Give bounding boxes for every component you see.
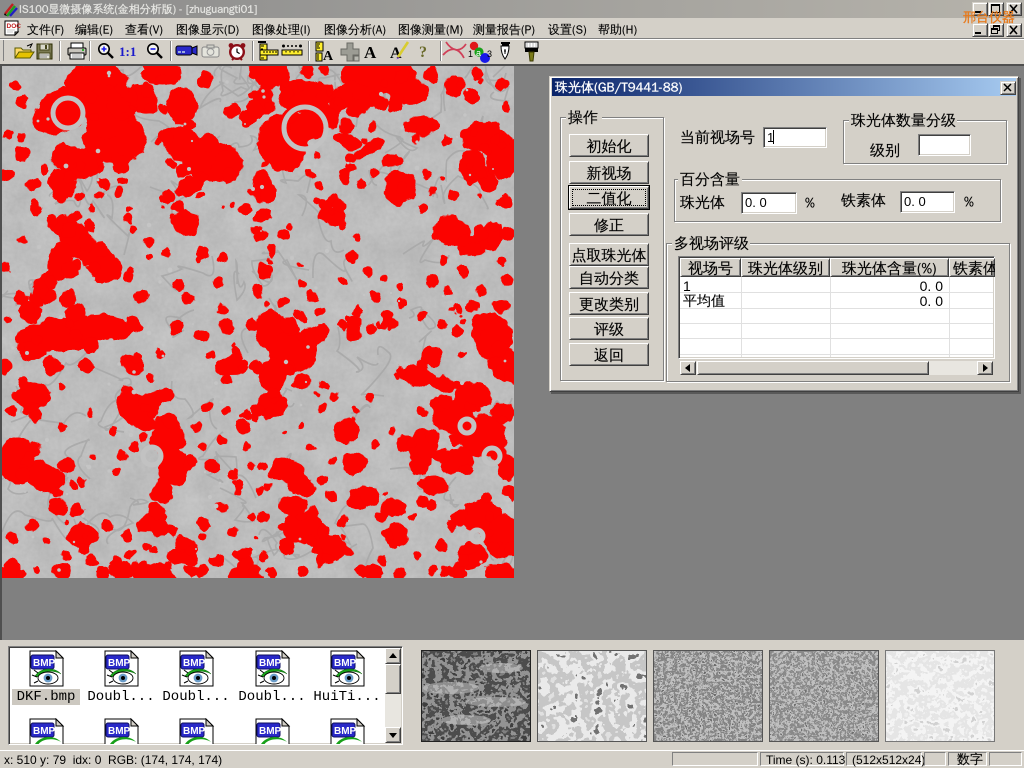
svg-text:DOC: DOC (7, 23, 22, 30)
svg-text:BMP: BMP (108, 726, 131, 737)
svg-text:BMP: BMP (259, 658, 282, 669)
svg-text:A: A (364, 43, 377, 62)
svg-text:1:1: 1:1 (119, 44, 136, 59)
svg-text:3: 3 (487, 49, 492, 59)
svg-text:BMP: BMP (334, 726, 357, 737)
svg-text:?: ? (419, 44, 427, 61)
svg-text:BMP: BMP (334, 658, 357, 669)
svg-text:BMP: BMP (259, 726, 282, 737)
svg-text:BMP: BMP (33, 658, 56, 669)
svg-text:BMP: BMP (108, 658, 131, 669)
svg-text:BMP: BMP (183, 726, 206, 737)
svg-text:a: a (476, 48, 481, 58)
svg-text:1: 1 (468, 49, 473, 59)
svg-text:A: A (323, 49, 334, 64)
svg-text:BMP: BMP (183, 658, 206, 669)
svg-text:BMP: BMP (33, 726, 56, 737)
